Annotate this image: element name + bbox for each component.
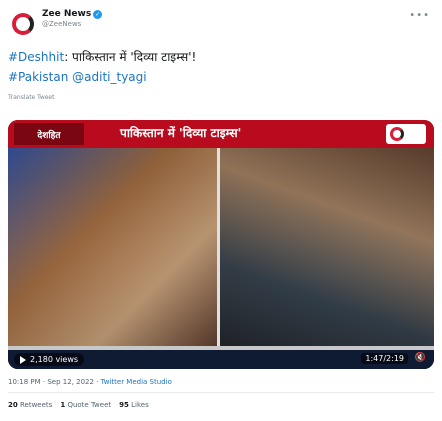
display-name-text[interactable]: Zee News — [42, 9, 91, 19]
retweets-count: 20 — [8, 401, 18, 409]
tweet-text-line2: #Pakistan @aditi_tyagi — [8, 70, 147, 84]
verified-badge-icon: ✓ — [93, 9, 103, 19]
hashtag-pakistan[interactable]: #Pakistan — [8, 70, 68, 84]
tweet-meta: 10:18 PM · Sep 12, 2022 · Twitter Media … — [8, 378, 172, 386]
play-icon[interactable] — [20, 355, 26, 364]
volume-icon[interactable]: 🔇 — [415, 353, 426, 363]
progress-bar[interactable] — [8, 346, 434, 350]
quotes-label: Quote Tweet — [67, 401, 112, 409]
tweet-source: Twitter Media Studio — [100, 378, 172, 386]
avatar[interactable] — [8, 9, 38, 39]
tweet-timestamp[interactable]: 10:18 PM · Sep 12, 2022 — [8, 378, 94, 386]
retweets-label: Retweets — [19, 401, 53, 409]
tweet-stats: 20 Retweets 1 Quote Tweet 95 Likes — [8, 401, 149, 409]
quotes-stat[interactable]: 1 Quote Tweet — [60, 401, 111, 409]
tweet-text-body: : पाकिस्तान में 'दिव्या टाइम्स'! — [64, 50, 197, 64]
display-name[interactable]: Zee News ✓ — [42, 9, 103, 19]
more-options-icon[interactable]: ••• — [409, 10, 430, 21]
translate-tweet-link[interactable]: Translate Tweet — [8, 94, 54, 101]
banner-title: पाकिस्तान में 'दिव्या टाइम्स' — [120, 126, 242, 140]
mention-link[interactable]: @aditi_tyagi — [72, 70, 146, 84]
tweet-text-line1: #Deshhit: पाकिस्तान में 'दिव्या टाइम्स'! — [8, 48, 196, 65]
zee-news-logo-icon — [12, 13, 34, 35]
video-player[interactable]: देशहित पाकिस्तान में 'दिव्या टाइम्स' 2,1… — [8, 120, 434, 369]
quotes-count: 1 — [60, 401, 66, 409]
meta-separator: · — [93, 378, 101, 386]
video-scene-left — [8, 146, 218, 346]
views-label: 2,180 views — [30, 355, 79, 364]
account-name-block[interactable]: Zee News ✓ @ZeeNews — [42, 9, 103, 28]
video-time-code: 1:47/2:19 — [361, 353, 408, 364]
retweets-stat[interactable]: 20 Retweets — [8, 401, 52, 409]
account-handle[interactable]: @ZeeNews — [42, 20, 102, 28]
video-scene-right — [218, 146, 434, 346]
scene-divider — [217, 146, 220, 346]
divider — [8, 392, 434, 393]
news-banner: देशहित पाकिस्तान में 'दिव्या टाइम्स' — [8, 120, 434, 148]
likes-stat[interactable]: 95 Likes — [119, 401, 149, 409]
likes-label: Likes — [131, 401, 149, 409]
likes-count: 95 — [119, 401, 129, 409]
views-count: 2,180 views — [14, 353, 85, 366]
zee-logo-icon — [390, 127, 404, 141]
channel-logo — [386, 124, 426, 144]
deshhit-logo: देशहित — [14, 123, 84, 145]
news-ticker: 2,180 views 1:47/2:19 🔇 — [8, 346, 434, 369]
hashtag-deshhit[interactable]: #Deshhit — [8, 50, 64, 64]
tweet-header: Zee News ✓ @ZeeNews ••• — [0, 6, 442, 40]
